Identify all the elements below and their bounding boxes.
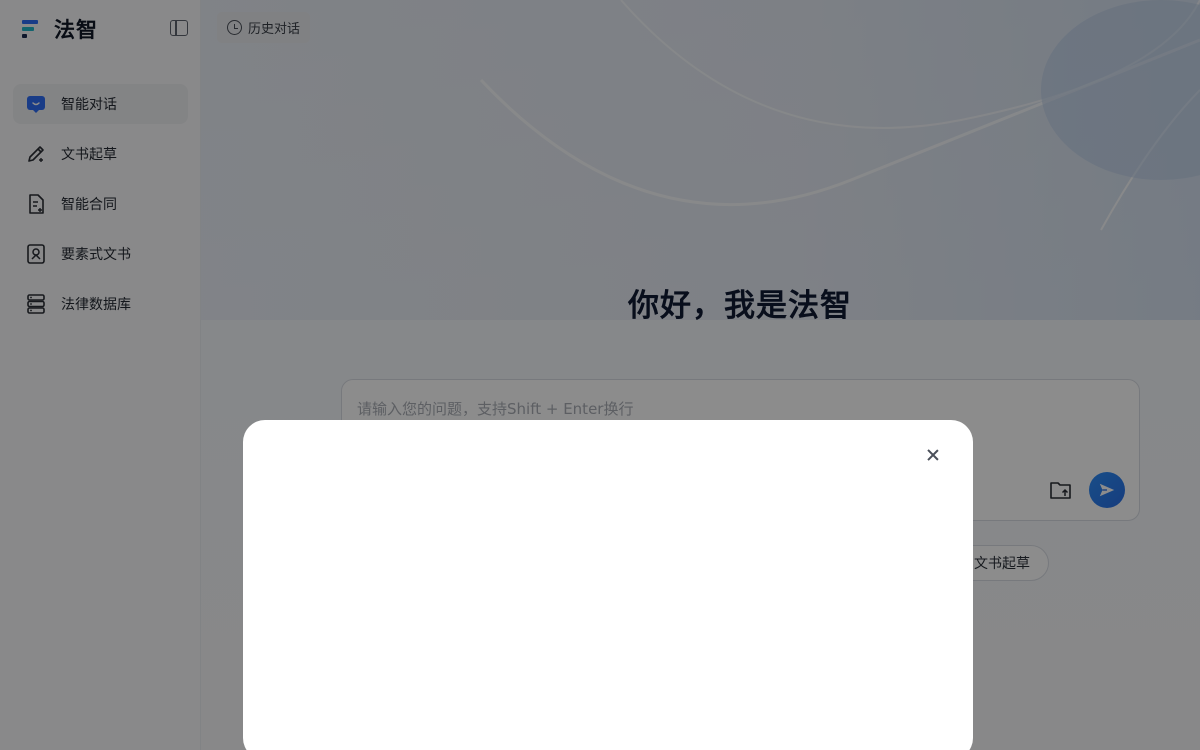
close-icon[interactable] — [923, 445, 943, 465]
modal-dialog — [243, 420, 973, 750]
